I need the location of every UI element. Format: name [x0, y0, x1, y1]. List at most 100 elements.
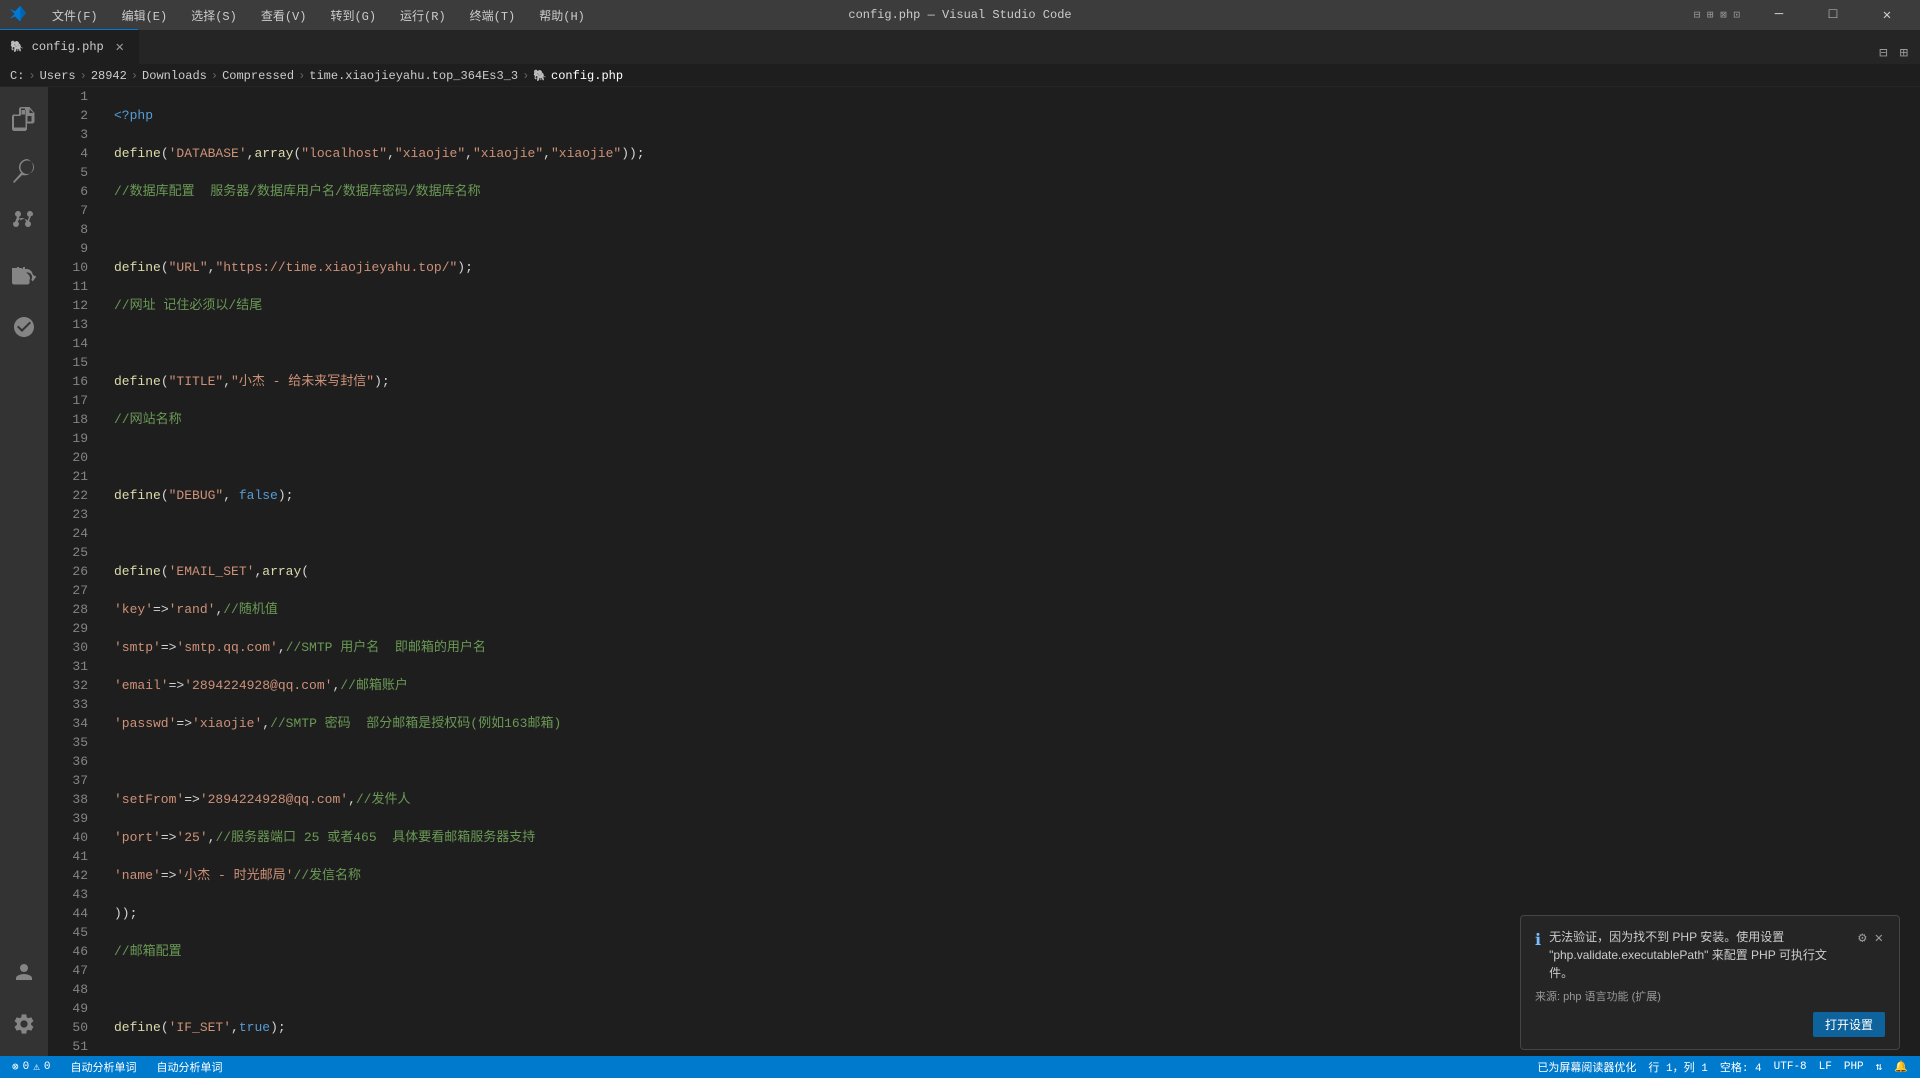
status-line-ending[interactable]: LF [1815, 1056, 1836, 1078]
code-line-11: define("DEBUG", false); [114, 486, 1920, 505]
notification-settings-icon[interactable]: ⚙ [1856, 928, 1868, 949]
app-logo-icon [10, 5, 26, 25]
line-num-8: 8 [48, 220, 88, 239]
line-num-9: 9 [48, 239, 88, 258]
line-num-6: 6 [48, 182, 88, 201]
activity-extensions[interactable] [0, 251, 48, 299]
line-num-12: 12 [48, 296, 88, 315]
more-tabs-button[interactable]: ⊞ [1896, 43, 1912, 64]
editor-area: 1 2 3 4 5 6 7 8 9 10 11 12 13 14 15 16 1… [48, 87, 1920, 1056]
warning-count: 0 [44, 1061, 51, 1073]
line-num-15: 15 [48, 353, 88, 372]
status-language[interactable]: PHP [1840, 1056, 1868, 1078]
line-num-43: 43 [48, 885, 88, 904]
line-num-47: 47 [48, 961, 88, 980]
open-settings-button[interactable]: 打开设置 [1813, 1012, 1885, 1037]
auto-analyze-label-1: 自动分析单词 [70, 1059, 136, 1075]
line-num-19: 19 [48, 429, 88, 448]
line-num-17: 17 [48, 391, 88, 410]
menu-view[interactable]: 查看(V) [255, 5, 313, 26]
code-container[interactable]: 1 2 3 4 5 6 7 8 9 10 11 12 13 14 15 16 1… [48, 87, 1920, 1056]
line-num-4: 4 [48, 144, 88, 163]
line-num-2: 2 [48, 106, 88, 125]
activity-account[interactable] [0, 948, 48, 996]
status-errors[interactable]: ⊗ 0 ⚠ 0 [8, 1056, 54, 1078]
menu-file[interactable]: 文件(F) [46, 5, 104, 26]
code-line-16: 'email' => '2894224928@qq.com', //邮箱账户 [114, 676, 1920, 695]
line-num-42: 42 [48, 866, 88, 885]
activity-bar [0, 87, 48, 1056]
menu-select[interactable]: 选择(S) [185, 5, 243, 26]
breadcrumb-sep-5: › [298, 69, 305, 83]
code-line-6: //网址 记住必须以/结尾 [114, 296, 1920, 315]
breadcrumb-bar: C: › Users › 28942 › Downloads › Compres… [0, 65, 1920, 87]
status-screen-reader[interactable]: 已为屏幕阅读器优化 [1533, 1056, 1640, 1078]
breadcrumb-28942[interactable]: 28942 [91, 69, 127, 83]
line-num-22: 22 [48, 486, 88, 505]
notification-message: 无法验证，因为找不到 PHP 安装。使用设置 "php.validate.exe… [1549, 928, 1848, 982]
line-num-32: 32 [48, 676, 88, 695]
code-line-2: define('DATABASE',array("localhost","xia… [114, 144, 1920, 163]
notification-action-buttons: ⚙ ✕ [1856, 928, 1885, 949]
line-num-38: 38 [48, 790, 88, 809]
breadcrumb-users[interactable]: Users [40, 69, 76, 83]
menu-terminal[interactable]: 终端(T) [464, 5, 522, 26]
status-notifications[interactable]: 🔔 [1890, 1056, 1912, 1078]
language-label: PHP [1844, 1061, 1864, 1073]
code-line-9: //网站名称 [114, 410, 1920, 429]
window-controls: ⊟ ⊞ ⊠ ⊡ ─ □ ✕ [1694, 0, 1910, 30]
status-encoding[interactable]: UTF-8 [1770, 1056, 1811, 1078]
title-bar: 文件(F) 编辑(E) 选择(S) 查看(V) 转到(G) 运行(R) 终端(T… [0, 0, 1920, 30]
notification-popup: ℹ 无法验证，因为找不到 PHP 安装。使用设置 "php.validate.e… [1520, 915, 1900, 1050]
breadcrumb-file[interactable]: config.php [551, 69, 623, 83]
split-editor-button[interactable]: ⊟ [1875, 43, 1891, 64]
close-button[interactable]: ✕ [1864, 0, 1910, 30]
line-num-51: 51 [48, 1037, 88, 1056]
activity-search[interactable] [0, 147, 48, 195]
activity-source-control[interactable] [0, 199, 48, 247]
notification-close-icon[interactable]: ✕ [1873, 928, 1885, 949]
line-num-21: 21 [48, 467, 88, 486]
status-spaces[interactable]: 空格: 4 [1716, 1056, 1766, 1078]
breadcrumb-sep-1: › [28, 69, 35, 83]
code-line-10 [114, 448, 1920, 467]
line-num-34: 34 [48, 714, 88, 733]
code-editor-content[interactable]: <?php define('DATABASE',array("localhost… [98, 87, 1920, 1056]
minimize-button[interactable]: ─ [1756, 0, 1802, 30]
tab-close-button[interactable]: ✕ [112, 39, 128, 55]
status-bar: ⊗ 0 ⚠ 0 自动分析单词 自动分析单词 已为屏幕阅读器优化 行 1，列 1 … [0, 1056, 1920, 1078]
breadcrumb-folder[interactable]: time.xiaojieyahu.top_364Es3_3 [309, 69, 518, 83]
status-cursor-position[interactable]: 行 1，列 1 [1644, 1056, 1711, 1078]
line-num-30: 30 [48, 638, 88, 657]
activity-settings[interactable] [0, 1000, 48, 1048]
code-line-14: 'key' => 'rand', //随机值 [114, 600, 1920, 619]
code-line-3: //数据库配置 服务器/数据库用户名/数据库密码/数据库名称 [114, 182, 1920, 201]
status-auto-analyze-1[interactable]: 自动分析单词 [66, 1056, 140, 1078]
code-line-19: 'setFrom' => '2894224928@qq.com', //发件人 [114, 790, 1920, 809]
tab-bar: 🐘 config.php ✕ ⊟ ⊞ [0, 30, 1920, 65]
php-breadcrumb-icon: 🐘 [533, 69, 547, 83]
line-num-24: 24 [48, 524, 88, 543]
maximize-button[interactable]: □ [1810, 0, 1856, 30]
code-line-12 [114, 524, 1920, 543]
line-num-45: 45 [48, 923, 88, 942]
line-num-3: 3 [48, 125, 88, 144]
status-auto-analyze-2[interactable]: 自动分析单词 [152, 1056, 226, 1078]
tab-config-php[interactable]: 🐘 config.php ✕ [0, 29, 139, 64]
activity-remote[interactable] [0, 303, 48, 351]
auto-analyze-label-2: 自动分析单词 [156, 1059, 222, 1075]
menu-goto[interactable]: 转到(G) [324, 5, 382, 26]
menu-run[interactable]: 运行(R) [394, 5, 452, 26]
breadcrumb-compressed[interactable]: Compressed [222, 69, 294, 83]
notification-source: 来源: php 语言功能 (扩展) [1535, 988, 1885, 1004]
activity-explorer[interactable] [0, 95, 48, 143]
activity-bar-bottom [0, 948, 48, 1056]
line-num-14: 14 [48, 334, 88, 353]
breadcrumb-downloads[interactable]: Downloads [142, 69, 207, 83]
line-num-33: 33 [48, 695, 88, 714]
menu-edit[interactable]: 编辑(E) [116, 5, 174, 26]
breadcrumb-c[interactable]: C: [10, 69, 24, 83]
menu-help[interactable]: 帮助(H) [533, 5, 591, 26]
line-num-10: 10 [48, 258, 88, 277]
status-sync[interactable]: ⇅ [1872, 1056, 1887, 1078]
